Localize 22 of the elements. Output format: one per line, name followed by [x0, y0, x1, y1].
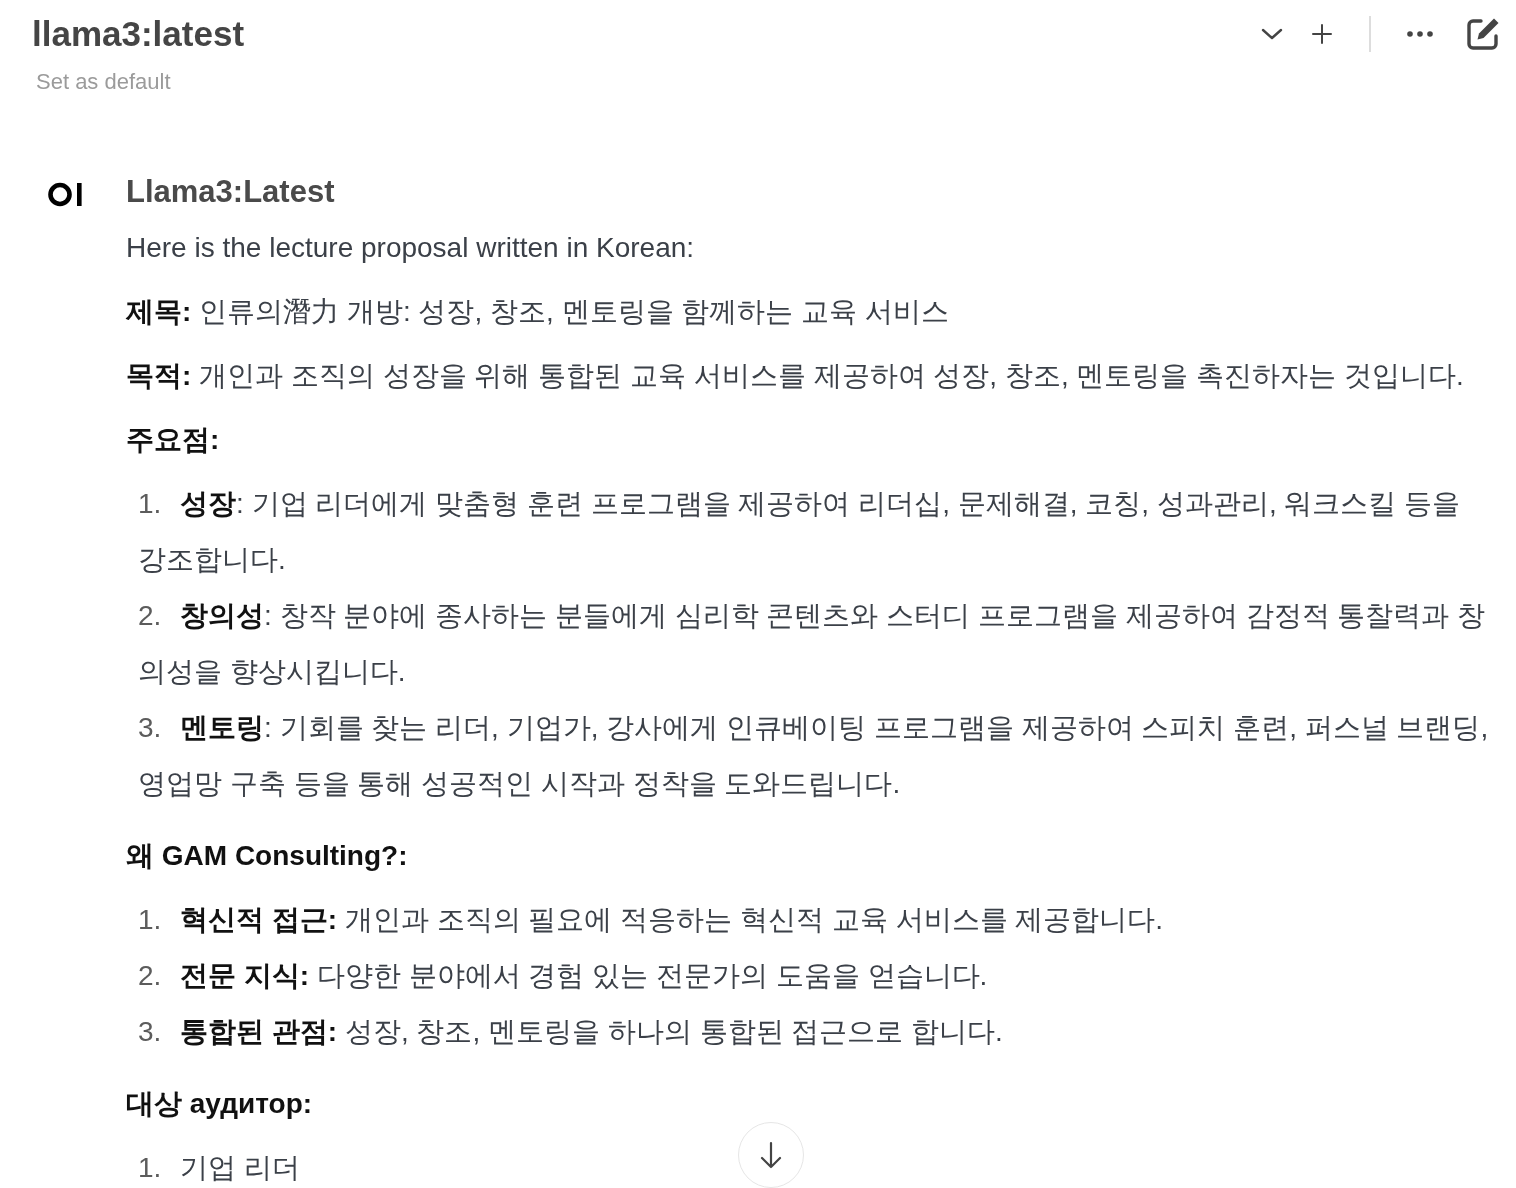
message-paragraph: Here is the lecture proposal written in Korean:: [126, 231, 696, 265]
list-item: 1. 성장: 기업 리더에게 맞춤형 훈련 프로그램을 제공하여 리더십, 문제해결, 코칭, 성과관리, 워크스킬 등을 강조합니다.: [138, 487, 1462, 577]
section-heading: 대상 аудитор:: [126, 1087, 313, 1121]
list-item: 2. 전문 지식: 다양한 분야에서 경험 있는 전문가의 도움을 얻습니다.: [138, 959, 988, 993]
list-item: 3. 통합된 관점: 성장, 창조, 멘토링을 하나의 통합된 접근으로 합니다.: [138, 1015, 1003, 1049]
message-paragraph: 목적: 개인과 조직의 성장을 위해 통합된 교육 서비스를 제공하여 성장, 창조, 멘토링을 촉진하자는 것입니다.: [126, 359, 1465, 393]
list-item: 1. 혁신적 접근: 개인과 조직의 필요에 적응하는 혁신적 교육 서비스를 제공합니다.: [138, 903, 1164, 937]
chevron-down-icon[interactable]: [1261, 28, 1283, 40]
plus-icon[interactable]: [1312, 24, 1332, 44]
list-item: 1. 기업 리더: [138, 1151, 300, 1185]
logo-icon: [48, 181, 82, 208]
assistant-name: Llama3:Latest: [126, 173, 335, 211]
arrow-down-icon: [759, 1141, 783, 1169]
list-item: 2. 창의성: 창작 분야에 종사하는 분들에게 심리학 콘텐츠와 스터디 프로그램을 제공하여 감정적 통찰력과 창의성을 향상시킵니다.: [138, 599, 1487, 689]
edit-icon[interactable]: [1466, 17, 1500, 51]
ellipsis-icon[interactable]: [1407, 31, 1433, 37]
section-heading: 주요점:: [126, 423, 220, 457]
model-name: llama3:latest: [32, 14, 245, 54]
list-item: 3. 멘토링: 기회를 찾는 리더, 기업가, 강사에게 인큐베이팅 프로그램을 제공하여 스피치 훈련, 퍼스널 브랜딩, 영업망 구축 등을 통해 성공적인 시작과 정착을 도와드립니다.: [138, 711, 1490, 801]
section-heading: 왜 GAM Consulting?:: [126, 839, 408, 873]
set-default-link[interactable]: Set as default: [36, 68, 171, 96]
message-paragraph: 제목: 인류의潛力 개방: 성장, 창조, 멘토링을 함께하는 교육 서비스: [126, 295, 950, 329]
